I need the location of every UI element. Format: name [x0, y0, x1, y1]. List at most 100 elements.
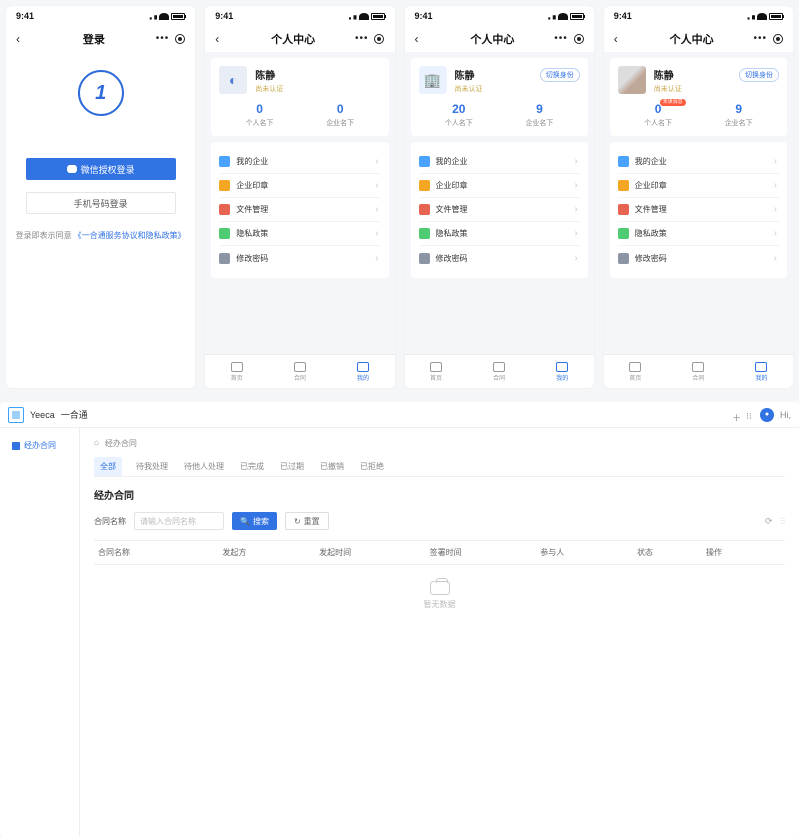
tabbar-item[interactable]: 首页 [205, 355, 268, 388]
avatar-corp[interactable]: 🏢 [419, 66, 447, 94]
avatar-photo[interactable] [618, 66, 646, 94]
tabbar-item[interactable]: 首页 [604, 355, 667, 388]
menu-item[interactable]: 企业印章 [219, 174, 380, 198]
stat-corp[interactable]: 9企业名下 [698, 102, 779, 128]
target-icon[interactable] [175, 34, 185, 44]
content-tab[interactable]: 已撤销 [318, 457, 346, 476]
menu-item[interactable]: 文件管理 [219, 198, 380, 222]
main-content: ⌂ 经办合同 全部待我处理待他人处理已完成已过期已撤销已拒绝 经办合同 合同名称… [80, 428, 799, 836]
crumb-home-icon[interactable]: ⌂ [94, 438, 99, 449]
menu-item[interactable]: 我的企业 [219, 150, 380, 174]
back-icon[interactable]: ‹ [415, 32, 431, 46]
user-status: 尚未认证 [455, 84, 483, 94]
menu-item[interactable]: 我的企业 [618, 150, 779, 174]
menu-item[interactable]: 隐私政策 [618, 222, 779, 246]
switch-identity-button[interactable]: 切换身份 [739, 68, 779, 82]
menu-item[interactable]: 修改密码 [219, 246, 380, 270]
phone-profile-2: 9:41 ‹ 个人中心 ••• 🏢 陈静 尚未认证 切换身份 20个人名下 9企… [405, 6, 594, 388]
menu-item-label: 我的企业 [436, 156, 468, 167]
menu-item-icon [219, 228, 230, 239]
target-icon[interactable] [374, 34, 384, 44]
tabbar-item[interactable]: 首页 [405, 355, 468, 388]
menu-item[interactable]: 修改密码 [419, 246, 580, 270]
switch-identity-button[interactable]: 切换身份 [540, 68, 580, 82]
breadcrumb: ⌂ 经办合同 [94, 438, 785, 449]
reset-button[interactable]: ↻ 重置 [285, 512, 329, 530]
menu-item[interactable]: 文件管理 [419, 198, 580, 222]
signal-icon [147, 13, 157, 20]
table-column-header: 发起方 [218, 541, 315, 564]
terms-link[interactable]: 《一合通服务协议和隐私政策》 [74, 230, 186, 241]
back-icon[interactable]: ‹ [215, 32, 231, 46]
contract-icon [12, 442, 20, 450]
sidebar: 经办合同 [0, 428, 80, 836]
stat-personal[interactable]: 0个人名下 [219, 102, 300, 128]
tabbar-icon [755, 362, 767, 372]
tabbar-icon [629, 362, 641, 372]
stat-personal[interactable]: 20个人名下 [419, 102, 500, 128]
columns-icon[interactable]: ⫶⫶ [780, 516, 785, 527]
menu-item-icon [618, 156, 629, 167]
content-tab[interactable]: 已拒绝 [358, 457, 386, 476]
menu-item-label: 企业印章 [436, 180, 468, 191]
dots-icon[interactable]: ⁝⁝ [746, 411, 754, 419]
content-tab[interactable]: 已过期 [278, 457, 306, 476]
avatar[interactable]: ◐ [219, 66, 247, 94]
tabbar-icon [692, 362, 704, 372]
content-tab[interactable]: 已完成 [238, 457, 266, 476]
table-column-header: 签署时间 [426, 541, 537, 564]
menu-item[interactable]: 隐私政策 [419, 222, 580, 246]
unread-badge: 未读消息 [660, 99, 686, 106]
stat-corp[interactable]: 9企业名下 [499, 102, 580, 128]
brand-logo: 1 [78, 70, 124, 116]
navbar: ‹ 登录 ••• [6, 26, 195, 52]
more-icon[interactable]: ••• [753, 34, 767, 44]
menu-item[interactable]: 企业印章 [618, 174, 779, 198]
crumb-current: 经办合同 [105, 438, 137, 449]
status-bar: 9:41 [6, 6, 195, 26]
menu-item-label: 企业印章 [635, 180, 667, 191]
plus-icon[interactable]: ＋ [732, 411, 740, 419]
empty-text: 暂无数据 [424, 599, 456, 610]
menu-item[interactable]: 隐私政策 [219, 222, 380, 246]
more-icon[interactable]: ••• [156, 34, 170, 44]
menu-item-label: 隐私政策 [635, 228, 667, 239]
search-button[interactable]: 🔍 搜索 [232, 512, 277, 530]
tabbar-item[interactable]: 我的 [531, 355, 594, 388]
back-icon[interactable]: ‹ [16, 32, 32, 46]
more-icon[interactable]: ••• [355, 34, 369, 44]
stat-personal[interactable]: 0未读消息个人名下 [618, 102, 699, 128]
tabbar-item[interactable]: 合同 [667, 355, 730, 388]
more-icon[interactable]: ••• [554, 34, 568, 44]
tabbar-label: 我的 [755, 373, 767, 382]
tabbar-item[interactable]: 我的 [331, 355, 394, 388]
app-header: Yeeca 一合通 ＋ ⁝⁝ ● Hi, [0, 402, 799, 428]
target-icon[interactable] [773, 34, 783, 44]
sidebar-item-contracts[interactable]: 经办合同 [6, 436, 73, 455]
content-tab[interactable]: 全部 [94, 457, 122, 476]
content-tab[interactable]: 待他人处理 [182, 457, 226, 476]
menu-item-label: 隐私政策 [436, 228, 468, 239]
content-tab[interactable]: 待我处理 [134, 457, 170, 476]
target-icon[interactable] [574, 34, 584, 44]
menu-item-icon [219, 204, 230, 215]
menu-item[interactable]: 文件管理 [618, 198, 779, 222]
filter-input[interactable]: 请输入合同名称 [134, 512, 224, 530]
tabbar-item[interactable]: 我的 [730, 355, 793, 388]
back-icon[interactable]: ‹ [614, 32, 630, 46]
user-avatar[interactable]: ● [760, 408, 774, 422]
wechat-login-button[interactable]: 微信授权登录 [26, 158, 176, 180]
refresh-icon[interactable]: ⟳ [765, 516, 773, 527]
phone-profile-3: 9:41 ‹ 个人中心 ••• 陈静 尚未认证 切换身份 0未读消息个人名下 9… [604, 6, 793, 388]
stat-corp[interactable]: 0企业名下 [300, 102, 381, 128]
wifi-icon [159, 13, 169, 20]
tabbar-item[interactable]: 合同 [468, 355, 531, 388]
page-title: 个人中心 [470, 31, 514, 47]
menu-item-icon [419, 180, 430, 191]
menu-item[interactable]: 修改密码 [618, 246, 779, 270]
menu-item[interactable]: 我的企业 [419, 150, 580, 174]
menu-item[interactable]: 企业印章 [419, 174, 580, 198]
phone-login-button[interactable]: 手机号码登录 [26, 192, 176, 214]
tabbar-item[interactable]: 合同 [268, 355, 331, 388]
table-column-header: 合同名称 [94, 541, 218, 564]
